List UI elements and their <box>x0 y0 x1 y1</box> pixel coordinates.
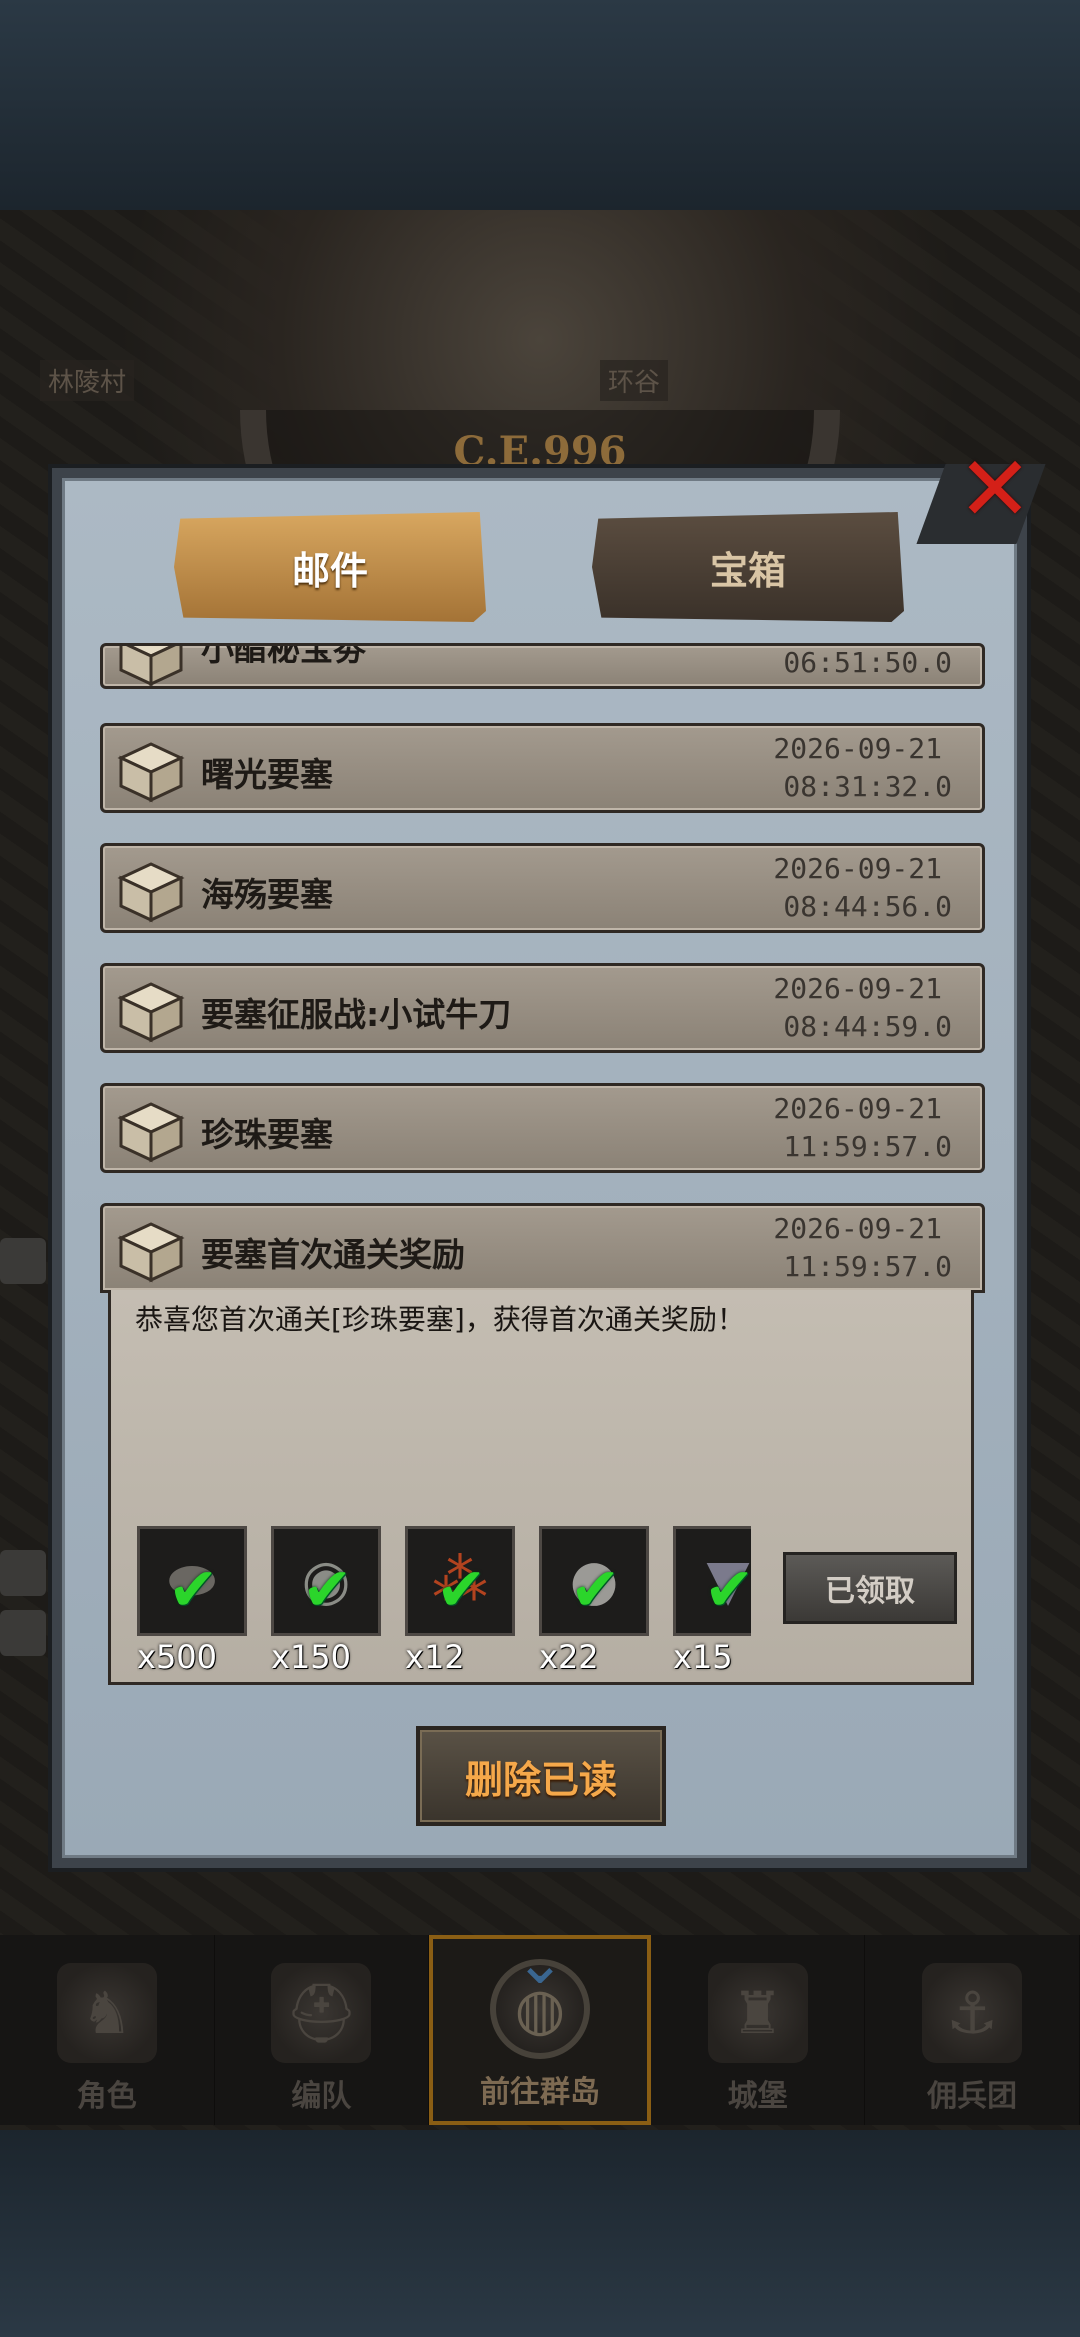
side-sword-icon <box>0 1238 46 1284</box>
castle-icon: ♜ <box>707 1963 808 2063</box>
mail-title: 小酯秘宝劵 <box>201 643 366 668</box>
nav-item-castle[interactable]: ♜ 城堡 <box>651 1935 866 2125</box>
reward-item[interactable]: ⁂ ✔ x12 <box>405 1526 515 1676</box>
chest-box-icon <box>119 646 183 686</box>
reward-quantity: x150 <box>271 1638 352 1676</box>
tab-mail-label: 邮件 <box>291 548 368 593</box>
mail-time: 08:44:59.0 <box>783 1010 952 1043</box>
nav-item-character[interactable]: ♞ 角色 <box>0 1935 215 2125</box>
reward-list[interactable]: ⬬ ✔ x500 ◉ ✔ x150 ⁂ ✔ x12 ● ✔ x22 ▼ ✔ x1… <box>137 1526 751 1676</box>
nav-item-mercenary[interactable]: ⚓ 佣兵团 <box>865 1935 1080 2125</box>
chest-box-icon <box>117 1102 185 1163</box>
mail-time: 06:51:50.0 <box>783 646 952 679</box>
bottom-nav: ♞ 角色 ⛑ 编队 ⌄ ◍ 前往群岛 ♜ 城堡 ⚓ 佣兵团 <box>0 1928 1080 2125</box>
mail-date: 2026-09-21 <box>773 732 942 765</box>
map-label-valley: 环谷 <box>600 360 669 401</box>
close-button[interactable]: ✕ <box>955 445 1035 535</box>
mail-item[interactable]: 小酯秘宝劵 06:51:50.0 <box>100 643 985 689</box>
nav-label: 城堡 <box>727 2079 788 2114</box>
chevron-down-icon: ⌄ <box>514 1928 566 1998</box>
check-icon: ✔ <box>704 1555 751 1625</box>
mail-time: 08:31:32.0 <box>783 770 952 803</box>
reward-quantity: x500 <box>137 1638 218 1676</box>
mail-title: 要塞首次通关奖励 <box>201 1235 465 1274</box>
map-label-village: 林陵村 <box>40 360 135 401</box>
nav-label: 角色 <box>76 2079 137 2114</box>
mail-date: 2026-09-21 <box>773 972 942 1005</box>
mail-title: 曙光要塞 <box>201 755 333 794</box>
mail-date: 2026-09-21 <box>773 1212 942 1245</box>
mail-body: 恭喜您首次通关[珍珠要塞]，获得首次通关奖励！ ⬬ ✔ x500 ◉ ✔ x15… <box>108 1290 974 1685</box>
chest-box-icon <box>117 982 185 1043</box>
tab-mail[interactable]: 邮件 <box>174 512 486 622</box>
mail-title: 珍珠要塞 <box>201 1115 333 1154</box>
side-search-icon <box>0 1610 46 1656</box>
mail-item[interactable]: 要塞征服战:小试牛刀 2026-09-21 08:44:59.0 <box>100 963 985 1053</box>
claimed-button[interactable]: 已领取 <box>783 1552 957 1624</box>
helmet-icon: ⛑ <box>271 1963 372 2063</box>
check-icon: ✔ <box>168 1555 219 1625</box>
side-target-icon <box>0 1550 46 1596</box>
mail-item[interactable]: 海殇要塞 2026-09-21 08:44:56.0 <box>100 843 985 933</box>
nav-label: 佣兵团 <box>927 2079 1018 2114</box>
nav-label: 前往群岛 <box>479 2075 600 2110</box>
reward-item[interactable]: ◉ ✔ x150 <box>271 1526 381 1676</box>
reward-quantity: x22 <box>539 1638 599 1676</box>
mail-time: 08:44:56.0 <box>783 890 952 923</box>
mail-content-text: 恭喜您首次通关[珍珠要塞]，获得首次通关奖励！ <box>135 1303 745 1336</box>
chest-box-icon <box>117 1222 185 1283</box>
mail-item[interactable]: 珍珠要塞 2026-09-21 11:59:57.0 <box>100 1083 985 1173</box>
reward-quantity: x15 <box>673 1638 733 1676</box>
mail-title: 海殇要塞 <box>201 875 333 914</box>
reward-item[interactable]: ⬬ ✔ x500 <box>137 1526 247 1676</box>
mail-item-expanded[interactable]: 要塞首次通关奖励 2026-09-21 11:59:57.0 <box>100 1203 985 1293</box>
close-icon: ✕ <box>957 437 1033 542</box>
reward-item[interactable]: ▼ ✔ x15 <box>673 1526 751 1676</box>
chest-box-icon <box>117 862 185 923</box>
chest-box-icon <box>117 742 185 803</box>
mail-date: 2026-09-21 <box>773 1092 942 1125</box>
nav-item-islands[interactable]: ⌄ ◍ 前往群岛 <box>429 1928 651 2125</box>
reward-item[interactable]: ● ✔ x22 <box>539 1526 649 1676</box>
reward-quantity: x12 <box>405 1638 465 1676</box>
tab-chest-label: 宝箱 <box>709 548 786 593</box>
knight-icon: ♞ <box>56 1963 157 2063</box>
nav-item-formation[interactable]: ⛑ 编队 <box>215 1935 430 2125</box>
check-icon: ✔ <box>302 1555 353 1625</box>
mail-item[interactable]: 曙光要塞 2026-09-21 08:31:32.0 <box>100 723 985 813</box>
status-bar-background <box>0 0 1080 210</box>
ship-icon: ⚓ <box>922 1963 1023 2063</box>
mail-date: 2026-09-21 <box>773 852 942 885</box>
delete-read-button[interactable]: 删除已读 <box>416 1726 666 1826</box>
mail-time: 11:59:57.0 <box>783 1130 952 1163</box>
mail-title: 要塞征服战:小试牛刀 <box>201 995 512 1034</box>
nav-label: 编队 <box>291 2079 352 2114</box>
mail-time: 11:59:57.0 <box>783 1250 952 1283</box>
gesture-bar-background <box>0 2130 1080 2337</box>
tab-chest[interactable]: 宝箱 <box>592 512 904 622</box>
check-icon: ✔ <box>436 1555 487 1625</box>
check-icon: ✔ <box>570 1555 621 1625</box>
